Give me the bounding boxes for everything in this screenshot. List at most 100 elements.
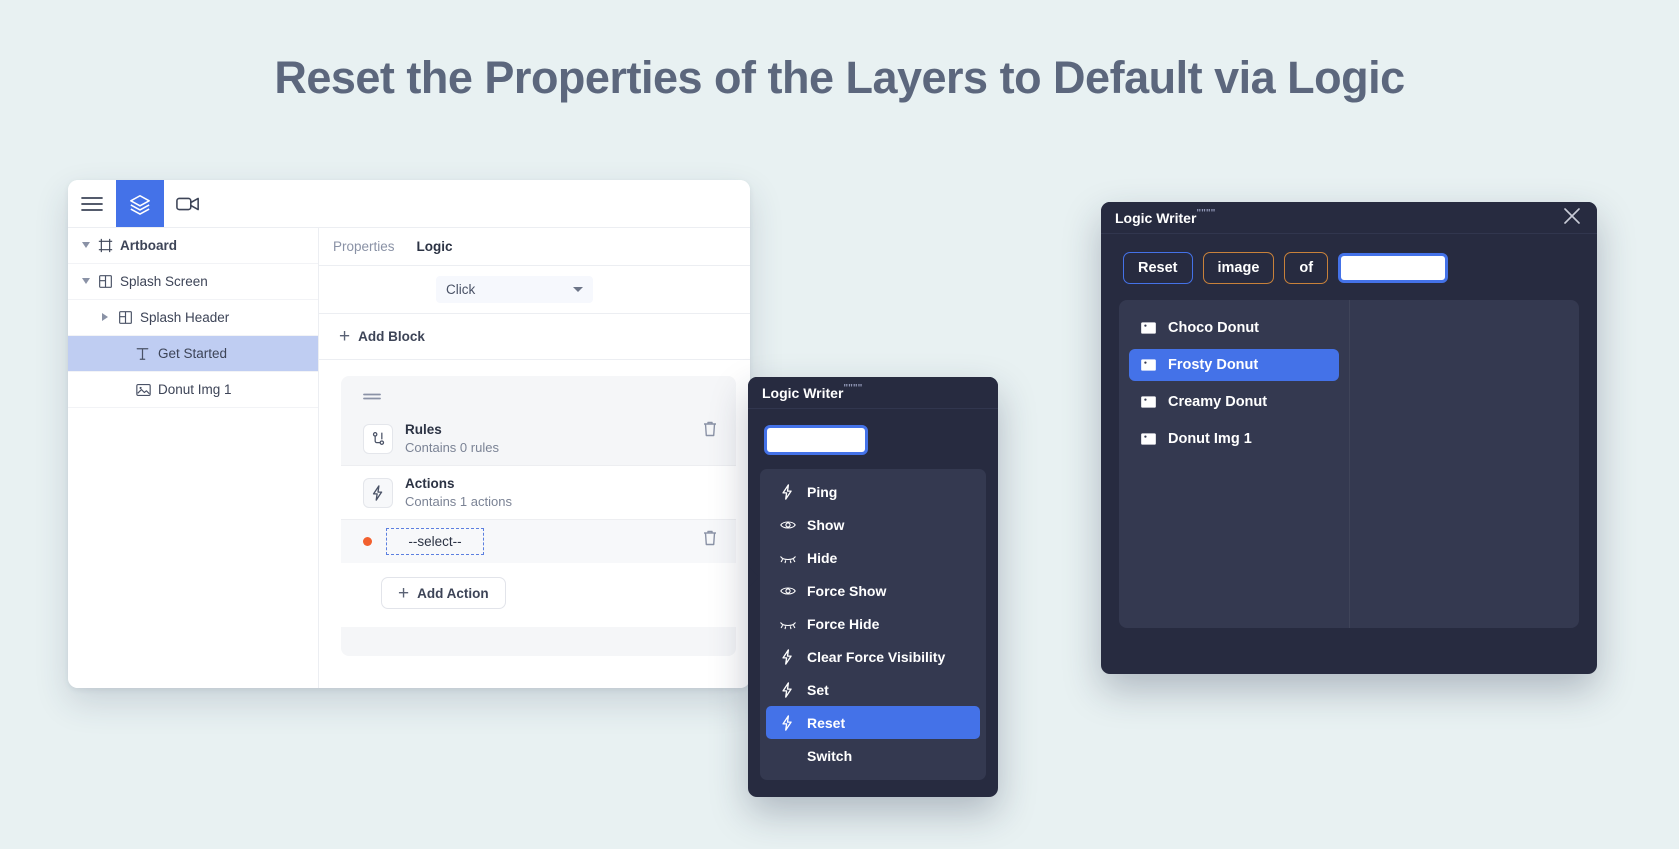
layer-picker: Choco Donut Frosty Donut Creamy Donut Donut… [1119,300,1579,628]
properties-pane: Properties Logic Click + Add Block Rules… [319,228,750,688]
caret-down-icon[interactable] [82,277,98,286]
eye-off-icon [780,618,797,630]
rules-title: Rules [405,422,442,437]
picker-item-choco-donut[interactable]: Choco Donut [1129,312,1339,344]
actions-icon [363,477,393,508]
add-block-label: Add Block [358,329,425,344]
action-option-clear-force-visibility[interactable]: Clear Force Visibility [766,640,980,673]
actions-subtitle: Contains 1 actions [405,493,512,509]
action-option-set[interactable]: Set [766,673,980,706]
picker-item-label: Creamy Donut [1168,394,1268,410]
logic-writer-target-title: Logic Writer [1115,209,1197,226]
image-icon [1141,358,1158,372]
block-drag-handle[interactable] [341,376,736,412]
page-title: Reset the Properties of the Layers to De… [274,52,1405,103]
action-option-label: Ping [807,483,838,500]
trigger-row: Click [319,266,750,314]
rules-subtitle: Contains 0 rules [405,439,499,455]
trigger-select-value: Click [446,282,476,297]
menu-icon[interactable] [68,180,116,227]
layer-label: Splash Screen [120,274,208,289]
logic-writer-actions-search-area [748,409,998,469]
action-option-label: Set [807,681,829,698]
action-search-input[interactable] [764,425,868,455]
rules-row[interactable]: Rules Contains 0 rules [341,412,736,465]
logic-writer-target-header: Logic Writer """" [1101,202,1597,234]
panel-pointer [748,565,760,589]
video-icon[interactable] [164,180,212,227]
layer-picker-column: Choco Donut Frosty Donut Creamy Donut Donut… [1119,300,1349,628]
action-option-label: Force Show [807,582,887,599]
layer-row-splash-header[interactable]: Splash Header [68,300,318,336]
layer-row-artboard[interactable]: Artboard [68,228,318,264]
layer-row-donut-img-1[interactable]: Donut Img 1 [68,372,318,408]
actions-title: Actions [405,476,455,492]
action-option-list: Ping Show Hide Force Show Force Hide Clear Fo… [760,469,986,780]
action-option-reset[interactable]: Reset [766,706,980,739]
close-icon[interactable] [1561,205,1583,230]
layer-row-get-started[interactable]: Get Started [68,336,318,372]
crumb-image[interactable]: image [1202,252,1275,284]
picker-item-creamy-donut[interactable]: Creamy Donut [1129,386,1339,418]
picker-item-label: Frosty Donut [1168,357,1259,373]
action-option-label: Force Hide [807,615,880,632]
action-option-ping[interactable]: Ping [766,475,980,508]
action-option-label: Hide [807,549,838,566]
layer-picker-detail-column [1349,300,1579,628]
logic-writer-actions-title-suffix: """" [843,382,863,394]
crumb-of[interactable]: of [1284,252,1329,284]
bolt-icon [780,483,797,500]
trigger-select[interactable]: Click [436,276,593,303]
target-layer-input[interactable] [1338,253,1449,283]
logic-writer-target-panel: Logic Writer """" Reset image of Choco Don… [1101,202,1597,674]
bolt-icon [780,714,797,731]
caret-down-icon[interactable] [82,241,98,250]
logic-writer-actions-panel: Logic Writer """" Ping Show Hide Force Show… [748,377,998,797]
frame-icon [118,310,140,325]
artboard-icon [98,238,120,253]
add-action-button[interactable]: + Add Action [381,577,506,610]
action-option-label: Show [807,516,845,533]
action-option-switch[interactable]: Switch [766,739,980,772]
caret-right-icon[interactable] [102,312,118,323]
actions-row[interactable]: Actions Contains 1 actions [341,465,736,520]
action-option-hide[interactable]: Hide [766,541,980,574]
logic-writer-actions-title: Logic Writer [762,384,844,401]
picker-item-donut-img-1[interactable]: Donut Img 1 [1129,423,1339,455]
action-option-label: Reset [807,714,846,731]
crumb-reset[interactable]: Reset [1123,252,1193,284]
delete-rules-icon[interactable] [702,420,718,443]
bolt-icon [780,648,797,665]
image-icon [136,383,158,397]
action-option-show[interactable]: Show [766,508,980,541]
layer-label: Get Started [158,346,228,361]
chevron-down-icon [573,287,583,292]
layer-row-splash-screen[interactable]: Splash Screen [68,264,318,300]
properties-tabs: Properties Logic [319,228,750,266]
logic-block-card: Rules Contains 0 rules Actions Contains … [341,376,736,656]
app-window: Artboard Splash Screen Splash Header Get St… [68,180,750,688]
plus-icon: + [398,582,410,604]
text-icon [136,347,158,361]
layers-icon[interactable] [116,180,164,227]
action-status-dot [363,537,372,547]
action-option-force-hide[interactable]: Force Hide [766,607,980,640]
image-icon [1141,321,1158,335]
tab-logic[interactable]: Logic [417,239,453,254]
delete-action-icon[interactable] [702,529,718,552]
frame-icon [98,274,120,289]
logic-writer-actions-header: Logic Writer """" [748,377,998,409]
layer-label: Artboard [120,238,177,253]
bolt-icon [780,681,797,698]
plus-icon: + [339,326,351,347]
expression-crumbs: Reset image of [1101,234,1597,300]
action-option-force-show[interactable]: Force Show [766,574,980,607]
picker-item-label: Donut Img 1 [1168,431,1252,447]
action-select[interactable]: --select-- [386,528,484,556]
eye-icon [780,519,797,531]
picker-item-frosty-donut[interactable]: Frosty Donut [1129,349,1339,381]
tab-properties[interactable]: Properties [333,239,395,254]
rules-icon [363,423,393,454]
add-block-button[interactable]: + Add Block [319,314,750,360]
add-action-wrap: + Add Action [341,563,736,628]
